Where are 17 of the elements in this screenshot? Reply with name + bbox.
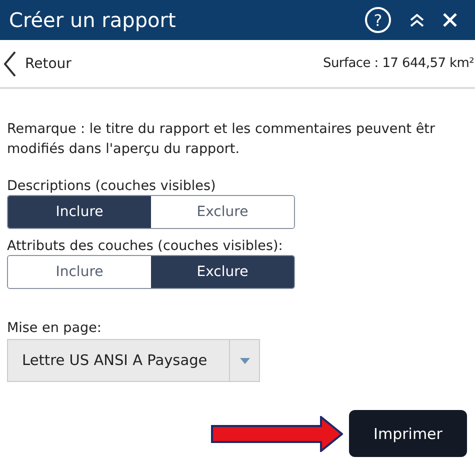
close-button[interactable] bbox=[443, 13, 457, 27]
print-button[interactable]: Imprimer bbox=[349, 410, 467, 457]
chevron-left-icon bbox=[3, 50, 17, 76]
remark-text: modifiés dans l'aperçu du rapport. bbox=[7, 140, 240, 159]
layout-dropdown[interactable]: Lettre US ANSI A Paysage bbox=[7, 339, 260, 382]
back-button[interactable]: Retour bbox=[0, 50, 72, 76]
toggle-option[interactable]: Exclure bbox=[151, 256, 294, 288]
toggle-option[interactable]: Inclure bbox=[8, 196, 151, 228]
field-label: Mise en page: bbox=[7, 319, 102, 337]
window-title: Créer un rapport bbox=[9, 8, 177, 32]
help-button[interactable]: ? bbox=[365, 7, 391, 33]
caret-icon bbox=[240, 358, 250, 364]
area-measurement: Surface : 17 644,57 km² bbox=[323, 56, 474, 71]
field-label: Attributs des couches (couches visibles): bbox=[7, 237, 284, 255]
field-label: Descriptions (couches visibles) bbox=[7, 177, 217, 195]
remark-text: Remarque : le titre du rapport et les commentaires peuvent êtr bbox=[7, 120, 436, 139]
collapse-button[interactable] bbox=[409, 12, 425, 28]
